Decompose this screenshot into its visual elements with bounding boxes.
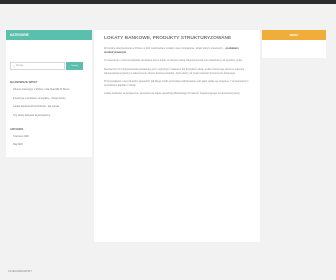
article-paragraph: Wszystkie ubezpieczenia w Polsce w dziś … [104,47,250,55]
recent-post-link[interactable]: Inwestycje w fundusze emerytalne - Stopa… [10,97,88,101]
recent-post-link[interactable]: Czy lokaty bankowe są bezpieczne [10,114,88,118]
right-sidebar: MENU [262,30,326,58]
recent-posts-title: NAJNOWSZE WPISY [10,80,38,84]
article-paragraph: Przed podjęciem decyzji warto sprawdzić,… [104,80,250,88]
paragraph-text: . [126,51,127,55]
recent-post-link[interactable]: Lokata bankowa Premiumbank - jak wybrać [10,105,88,109]
left-widget-body: ⌕ Szukaj... Szukaj NAJNOWSZE WPISY Obecn… [6,40,92,158]
left-widget-header: KATEGORIE [6,30,92,40]
footer-label: KATEGORIE/WPISY [8,270,33,273]
paragraph-text: Przed podjęciem decyzji warto sprawdzić,… [104,80,249,88]
search-icon: ⌕ [13,64,15,68]
article-paragraph: Lokaty bankowe są bezpieczne, ponieważ s… [104,92,250,96]
search-form: ⌕ Szukaj... Szukaj [10,62,88,70]
main-article: LOKATY BANKOWE, PRODUKTY STRUKTURYZOWANE… [94,30,260,242]
archive-link[interactable]: Czerwiec 2020 [10,135,88,138]
archive-title: ARCHIWA [10,127,24,132]
paragraph-text: Lokaty bankowe są bezpieczne, ponieważ s… [104,92,241,96]
search-placeholder: Szukaj... [15,64,25,67]
paragraph-text: Wszystkie ubezpieczenia w Polsce w dziś … [104,47,226,50]
right-widget-body [262,40,326,58]
article-paragraph: Mechanizm ich funkcjonowania powiązany j… [104,68,250,76]
top-bar [0,0,336,4]
paragraph-text: To inwestycje z ochroną kapitału oferowa… [104,59,243,63]
search-button[interactable]: Szukaj [66,62,83,70]
article-title: LOKATY BANKOWE, PRODUKTY STRUKTURYZOWANE [104,36,232,41]
recent-post-link[interactable]: Obecne inwestycje w Polsce i rola lokat … [10,88,88,92]
search-input[interactable]: ⌕ Szukaj... [10,62,65,70]
left-sidebar: KATEGORIE ⌕ Szukaj... Szukaj NAJNOWSZE W… [6,30,92,158]
archive-link[interactable]: Maj 2020 [10,143,88,146]
paragraph-text: Mechanizm ich funkcjonowania powiązany j… [104,67,245,75]
right-widget-header: MENU [262,30,326,40]
article-paragraph: To inwestycje z ochroną kapitału oferowa… [104,59,250,63]
